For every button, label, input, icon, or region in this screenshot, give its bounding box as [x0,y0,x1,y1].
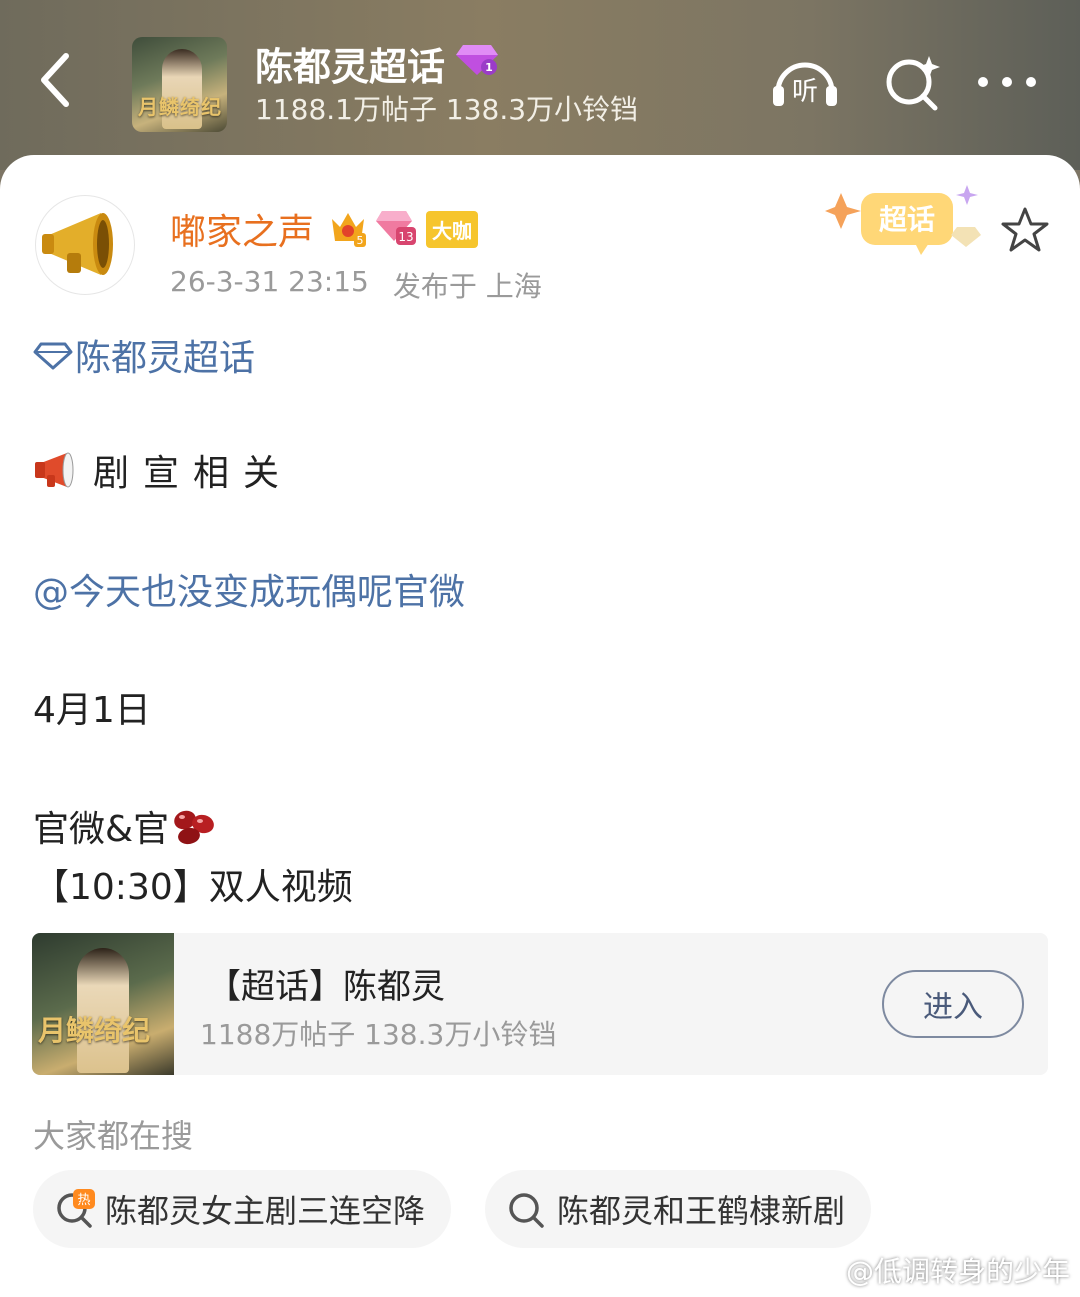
svg-text:5: 5 [357,234,364,247]
section-tag-text: 剧宣相关 [93,453,294,494]
hot-search-icon: 热 [57,1189,95,1228]
video-line: 【10:30】双人视频 [33,867,353,908]
page-title: 陈都灵超话 [255,45,446,89]
watermark-text: @低调转身的少年 [846,1255,1071,1288]
cover-title-art: 月鳞绮纪 [138,95,222,119]
listen-icon[interactable]: 听 [770,52,840,112]
crown-level-icon: 5 [328,207,368,251]
megaphone-icon [42,213,113,275]
topic-link[interactable]: 陈都灵超话 [33,329,255,381]
post-card: 嘟家之声 5 13 大咖 26-3-31 23:15 发布于 上海 超话 陈都灵… [0,155,1080,1297]
search-icon [509,1193,544,1228]
topic-card[interactable]: 月鳞绮纪 【超话】陈都灵 1188万帖子 138.3万小铃铛 进入 [32,933,1048,1075]
date-line: 4月1日 [33,690,151,731]
role-badge: 大咖 [426,210,479,248]
weibo-logo-icon [808,1257,841,1284]
post-time: 26-3-31 23:15 [170,265,369,298]
topic-card-stats: 1188万帖子 138.3万小铃铛 [200,1018,557,1051]
svg-text:听: 听 [792,77,818,107]
mention-link[interactable]: @今天也没变成玩偶呢官微 [33,563,465,615]
chaohua-badge[interactable]: 超话 [825,183,990,263]
topic-card-title: 【超话】陈都灵 [207,967,445,1007]
red-bean-icon [174,810,214,845]
svg-text:13: 13 [398,230,413,244]
loudspeaker-icon [35,452,74,488]
post-location: 发布于 上海 [392,270,542,303]
official-text: 官微&官 [33,809,170,850]
section-tag-line: 剧宣相关 [33,444,293,496]
topic-title-row: 陈都灵超话 1 [255,36,499,91]
author-name[interactable]: 嘟家之声 [170,203,314,255]
author-row: 嘟家之声 5 13 大咖 [170,203,479,255]
post-meta: 26-3-31 23:15 发布于 上海 [170,265,542,305]
topic-link-text[interactable]: 陈都灵超话 [75,329,255,381]
topic-cover-image[interactable]: 月鳞绮纪 [132,37,227,132]
more-icon[interactable] [972,52,1042,112]
topic-diamond-icon [33,342,73,370]
topic-header: 月鳞绮纪 陈都灵超话 1 1188.1万帖子 138.3万小铃铛 听 [0,0,1080,170]
avatar[interactable] [35,195,135,295]
topic-card-cover: 月鳞绮纪 [32,933,174,1075]
svg-text:超话: 超话 [879,203,935,236]
official-line: 官微&官 [33,800,219,852]
favorite-star-icon[interactable] [1000,205,1050,255]
topic-stats: 1188.1万帖子 138.3万小铃铛 [255,93,639,126]
svg-text:1: 1 [485,61,493,74]
enter-button[interactable]: 进入 [882,970,1024,1038]
search-chip-text: 陈都灵女主剧三连空降 [105,1192,426,1230]
search-chip-text: 陈都灵和王鹤棣新剧 [557,1192,846,1230]
back-icon[interactable] [30,50,80,110]
watermark: @低调转身的少年 [808,1250,1070,1290]
diamond-icon: 1 [455,42,499,86]
svg-text:热: 热 [77,1193,90,1208]
cover-title-art: 月鳞绮纪 [38,1014,151,1047]
fan-diamond-icon: 13 [376,207,418,251]
search-sparkle-icon[interactable] [878,52,948,112]
search-chip[interactable]: 陈都灵和王鹤棣新剧 [485,1170,872,1248]
search-chip[interactable]: 热 陈都灵女主剧三连空降 [33,1170,452,1248]
search-suggest-label: 大家都在搜 [33,1117,194,1155]
